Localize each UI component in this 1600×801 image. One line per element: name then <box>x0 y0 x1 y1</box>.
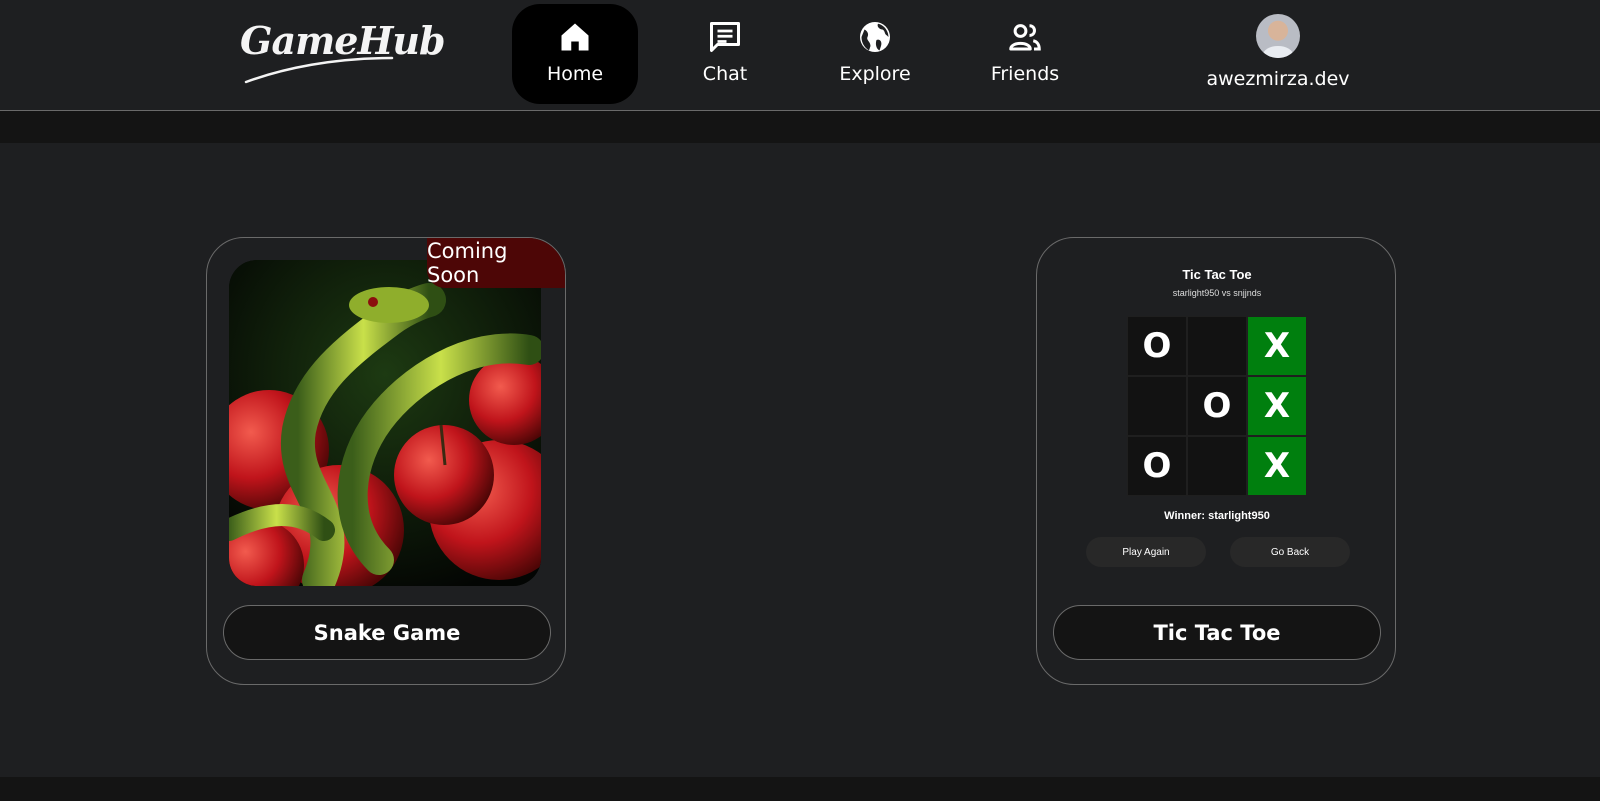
snake-game-button[interactable]: Snake Game <box>223 605 551 660</box>
nav-item-chat[interactable]: Chat <box>662 4 788 104</box>
game-card-tic-tac-toe[interactable]: Tic Tac Toe starlight950 vs snjjnds O X … <box>1036 237 1396 685</box>
nav-item-friends[interactable]: Friends <box>962 4 1088 104</box>
coming-soon-badge: Coming Soon <box>427 238 565 288</box>
top-navbar: GameHub Home Chat Explore Friends awezmi… <box>0 0 1600 111</box>
tic-tac-toe-button[interactable]: Tic Tac Toe <box>1053 605 1381 660</box>
board-cell[interactable] <box>1187 436 1247 496</box>
play-again-button[interactable]: Play Again <box>1086 537 1206 567</box>
game-card-snake[interactable]: Coming Soon Snake Game <box>206 237 566 685</box>
globe-icon <box>860 22 890 52</box>
footer-band <box>0 777 1600 801</box>
nav-label-explore: Explore <box>839 63 911 85</box>
board-cell[interactable]: X <box>1247 316 1307 376</box>
snake-game-image <box>229 260 541 586</box>
board-cell[interactable]: X <box>1247 436 1307 496</box>
logo-swoosh-icon <box>244 56 394 84</box>
profile-menu[interactable]: awezmirza.dev <box>1188 14 1368 90</box>
board-cell[interactable] <box>1127 376 1187 436</box>
home-icon <box>561 23 589 51</box>
board-cell[interactable]: O <box>1187 376 1247 436</box>
board-cell[interactable] <box>1187 316 1247 376</box>
nav-item-home[interactable]: Home <box>512 4 638 104</box>
nav-label-chat: Chat <box>702 63 748 85</box>
nav-item-explore[interactable]: Explore <box>812 4 938 104</box>
sub-header-band <box>0 111 1600 143</box>
winner-text: Winner: starlight950 <box>1164 510 1270 522</box>
board-cell[interactable]: O <box>1127 436 1187 496</box>
nav-label-friends: Friends <box>990 63 1060 85</box>
go-back-button[interactable]: Go Back <box>1230 537 1350 567</box>
chat-icon <box>710 22 740 52</box>
avatar[interactable] <box>1256 14 1300 58</box>
board-cell[interactable]: X <box>1247 376 1307 436</box>
profile-username: awezmirza.dev <box>1206 68 1350 90</box>
tic-tac-toe-preview: Tic Tac Toe starlight950 vs snjjnds O X … <box>1037 238 1395 578</box>
nav-label-home: Home <box>546 63 604 85</box>
preview-title: Tic Tac Toe <box>1182 267 1252 282</box>
snake-apples-illustration-icon <box>229 260 541 586</box>
tic-tac-toe-board: O X O X O X <box>1127 316 1307 496</box>
friends-icon <box>1009 24 1041 51</box>
board-cell[interactable]: O <box>1127 316 1187 376</box>
preview-players: starlight950 vs snjjnds <box>1172 288 1262 298</box>
